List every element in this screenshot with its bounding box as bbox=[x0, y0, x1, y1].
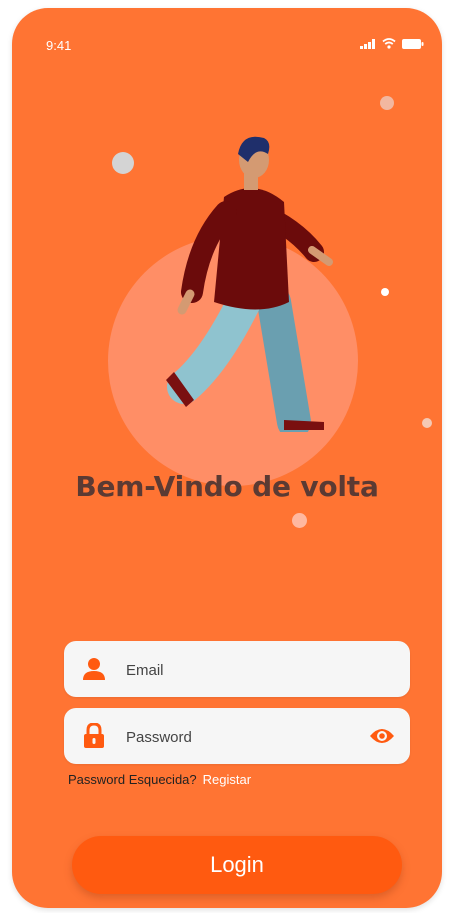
auth-links: Password Esquecida? Registar bbox=[68, 772, 251, 787]
decorative-dot bbox=[381, 288, 389, 296]
walking-person-illustration bbox=[166, 136, 333, 432]
forgot-password-link[interactable]: Password Esquecida? bbox=[68, 772, 197, 787]
password-input[interactable] bbox=[124, 708, 368, 766]
email-field[interactable] bbox=[64, 641, 410, 699]
login-button[interactable]: Login bbox=[72, 836, 402, 894]
eye-icon[interactable] bbox=[368, 722, 396, 750]
welcome-title: Bem-Vindo de volta bbox=[75, 470, 379, 503]
email-input[interactable] bbox=[124, 641, 368, 699]
phone-screen: 9:41 Bem-Vindo de volta Email Password E… bbox=[12, 8, 442, 908]
decorative-dot bbox=[422, 418, 432, 428]
lock-icon bbox=[78, 720, 110, 752]
welcome-illustration bbox=[12, 8, 442, 528]
register-link[interactable]: Registar bbox=[203, 772, 251, 787]
decorative-dot bbox=[112, 152, 134, 174]
decorative-dot bbox=[292, 513, 307, 528]
password-field[interactable] bbox=[64, 708, 410, 766]
decorative-dot bbox=[380, 96, 394, 110]
user-icon bbox=[78, 653, 110, 685]
